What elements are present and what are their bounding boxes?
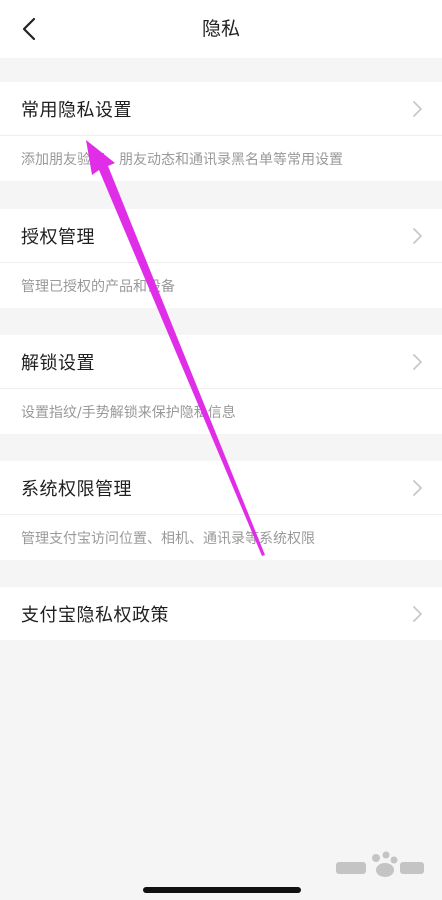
row-title-label: 支付宝隐私权政策 bbox=[21, 604, 169, 626]
row-unlock-settings[interactable]: 解锁设置 bbox=[0, 335, 442, 388]
baidu-watermark-logo bbox=[336, 851, 424, 877]
row-common-privacy-settings[interactable]: 常用隐私设置 bbox=[0, 82, 442, 135]
section-system-permissions: 系统权限管理 管理支付宝访问位置、相机、通讯录等系统权限 bbox=[0, 461, 442, 560]
row-description: 管理支付宝访问位置、相机、通讯录等系统权限 bbox=[21, 530, 315, 547]
home-indicator[interactable] bbox=[143, 887, 301, 893]
nav-bar: 隐私 bbox=[0, 0, 442, 58]
row-authorization-management[interactable]: 授权管理 bbox=[0, 209, 442, 262]
row-description: 添加朋友验证、朋友动态和通讯录黑名单等常用设置 bbox=[21, 151, 343, 168]
row-description: 管理已授权的产品和设备 bbox=[21, 278, 175, 295]
row-title-label: 解锁设置 bbox=[21, 352, 95, 374]
row-title-label: 授权管理 bbox=[21, 226, 95, 248]
chevron-right-icon bbox=[413, 227, 422, 244]
section-privacy-policy: 支付宝隐私权政策 bbox=[0, 587, 442, 640]
chevron-right-icon bbox=[413, 353, 422, 370]
row-title-label: 系统权限管理 bbox=[21, 478, 132, 500]
section-common-privacy: 常用隐私设置 添加朋友验证、朋友动态和通讯录黑名单等常用设置 bbox=[0, 82, 442, 181]
chevron-right-icon bbox=[413, 605, 422, 622]
chevron-right-icon bbox=[413, 479, 422, 496]
chevron-right-icon bbox=[413, 100, 422, 117]
page-title: 隐私 bbox=[201, 18, 240, 40]
section-unlock: 解锁设置 设置指纹/手势解锁来保护隐私信息 bbox=[0, 335, 442, 434]
row-system-permission-management[interactable]: 系统权限管理 bbox=[0, 461, 442, 514]
row-description: 设置指纹/手势解锁来保护隐私信息 bbox=[21, 404, 236, 421]
row-title-label: 常用隐私设置 bbox=[21, 99, 132, 121]
row-privacy-policy[interactable]: 支付宝隐私权政策 bbox=[0, 587, 442, 640]
section-authorization: 授权管理 管理已授权的产品和设备 bbox=[0, 209, 442, 308]
